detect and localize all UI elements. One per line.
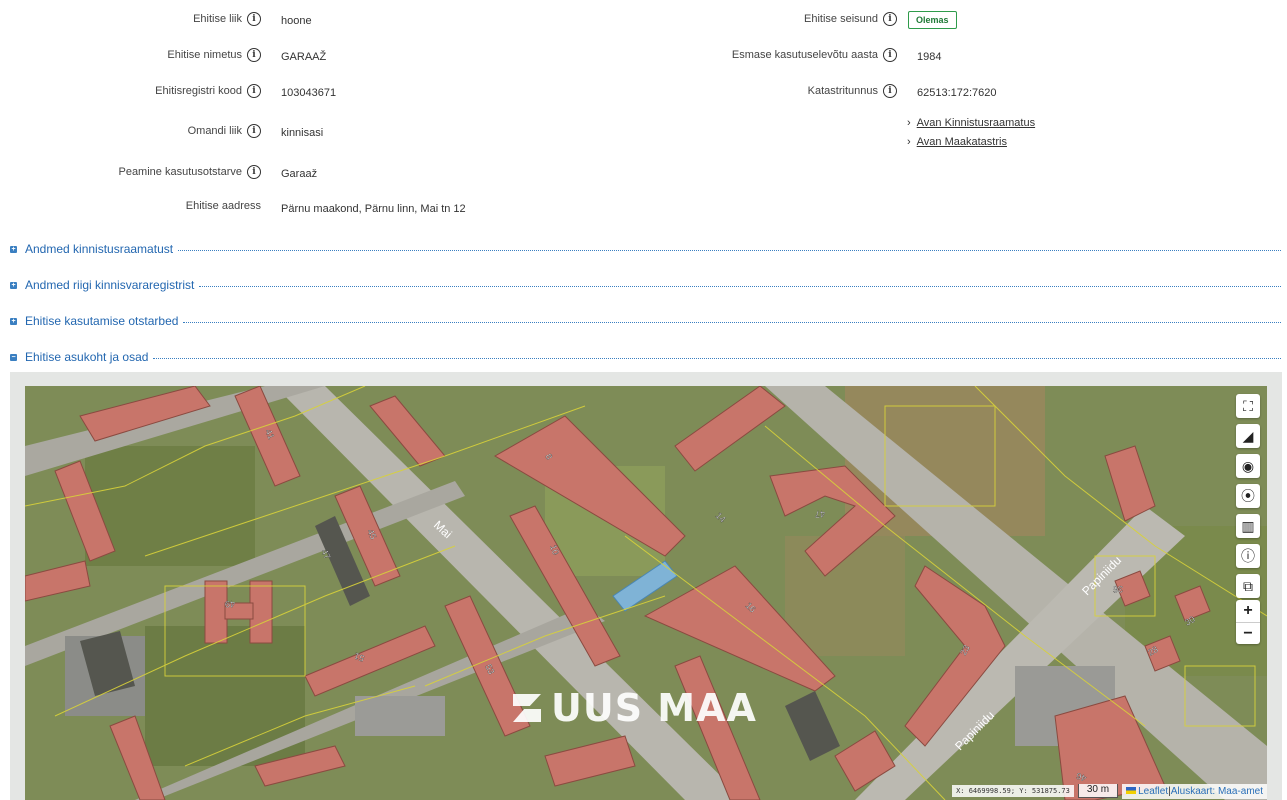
map-panel: Mai Papiniidu Papiniidu 8 10 14 16 41 45…: [10, 372, 1282, 800]
info-icon[interactable]: ⓘ: [1236, 544, 1260, 568]
field-value-katastritunnus: 62513:172:7620: [917, 87, 997, 99]
chevron-right-icon: ›: [907, 136, 911, 148]
zoom-in-button[interactable]: +: [1236, 600, 1260, 622]
link-text[interactable]: Avan Kinnistusraamatus: [917, 117, 1035, 129]
label-text: Katastritunnus: [807, 85, 878, 97]
section-andmed-kinnistusraamatust[interactable]: + Andmed kinnistusraamatust: [10, 242, 1281, 256]
zoom-out-button[interactable]: −: [1236, 622, 1260, 644]
field-label-ehitise-liik: Ehitise liik i: [193, 12, 261, 26]
link-kinnistusraamat[interactable]: › Avan Kinnistusraamatus: [907, 117, 1035, 129]
info-icon[interactable]: i: [247, 165, 261, 179]
attribution: Leaflet|Aluskaart: Maa-amet: [1122, 783, 1267, 799]
label-text: Ehitise liik: [193, 13, 242, 25]
section-title[interactable]: Andmed riigi kinnisvararegistrist: [25, 278, 194, 292]
label-text: Peamine kasutusotstarve: [118, 166, 242, 178]
uus-maa-logo-icon: [513, 694, 541, 722]
layers-map-icon[interactable]: ▥: [1236, 514, 1260, 538]
label-text: Ehitisregistri kood: [155, 85, 242, 97]
building-number: 47: [815, 509, 825, 519]
field-value-peamine-kasutusotstarve: Garaaž: [281, 168, 318, 180]
map-footer: X: 6469998.59; Y: 531875.73 30 m Leaflet…: [952, 782, 1267, 800]
info-icon[interactable]: i: [883, 48, 897, 62]
label-text: Esmase kasutuselevõtu aasta: [731, 49, 878, 61]
label-text: Ehitise aadress: [185, 200, 261, 212]
link-maakatastris[interactable]: › Avan Maakatastris: [907, 136, 1007, 148]
section-title[interactable]: Ehitise asukoht ja osad: [25, 350, 148, 364]
measure-icon[interactable]: ◢: [1236, 424, 1260, 448]
chevron-right-icon: ›: [907, 117, 911, 129]
watermark-uus-maa: UUS MAA: [513, 686, 757, 730]
field-value-ehitise-liik: hoone: [281, 15, 312, 27]
expand-icon[interactable]: +: [10, 281, 17, 289]
field-value-ehitise-nimetus: GARAAŽ: [281, 51, 327, 63]
field-label-ehitisregistri-kood: Ehitisregistri kood i: [155, 84, 261, 98]
field-label-ehitise-seisund: Ehitise seisund i: [804, 12, 897, 26]
map-canvas[interactable]: Mai Papiniidu Papiniidu 8 10 14 16 41 45…: [25, 386, 1267, 800]
label-text: Omandi liik: [187, 125, 242, 137]
leaflet-link[interactable]: Leaflet: [1138, 786, 1168, 797]
label-text: Ehitise nimetus: [167, 49, 242, 61]
focus-icon[interactable]: ⦿: [1236, 484, 1260, 508]
section-title[interactable]: Ehitise kasutamise otstarbed: [25, 314, 178, 328]
field-value-ehitisregistri-kood: 103043671: [281, 87, 337, 99]
info-icon[interactable]: i: [883, 12, 897, 26]
expand-icon[interactable]: +: [10, 245, 17, 253]
section-andmed-riigi-kinnisvararegistrist[interactable]: + Andmed riigi kinnisvararegistrist: [10, 278, 1281, 292]
field-label-peamine-kasutusotstarve: Peamine kasutusotstarve i: [118, 165, 261, 179]
section-title[interactable]: Andmed kinnistusraamatust: [25, 242, 173, 256]
collapse-icon[interactable]: −: [10, 353, 17, 361]
dotted-divider: [153, 358, 1281, 359]
scale-bar: 30 m: [1077, 784, 1119, 798]
label-text: Ehitise seisund: [804, 13, 878, 25]
dotted-divider: [183, 322, 1281, 323]
building-number: 49: [225, 599, 235, 609]
field-label-esmase-kasutuselevotu-aasta: Esmase kasutuselevõtu aasta i: [732, 48, 897, 62]
info-icon[interactable]: i: [883, 84, 897, 98]
coordinate-readout: X: 6469998.59; Y: 531875.73: [952, 785, 1074, 797]
info-icon[interactable]: i: [247, 12, 261, 26]
aluskaart-link[interactable]: Aluskaart: Maa-amet: [1171, 786, 1263, 797]
link-text[interactable]: Avan Maakatastris: [917, 136, 1007, 148]
dotted-divider: [178, 250, 1281, 251]
aerial-map: Mai Papiniidu Papiniidu 8 10 14 16 41 45…: [25, 386, 1267, 800]
field-value-year: 1984: [917, 51, 942, 63]
field-value-omandi-liik: kinnisasi: [281, 127, 324, 139]
field-label-ehitise-aadress: Ehitise aadress: [186, 200, 261, 212]
watermark-text: UUS MAA: [551, 686, 757, 730]
export-icon[interactable]: ⧉: [1236, 574, 1260, 598]
expand-icon[interactable]: +: [10, 317, 17, 325]
zoom-control: + −: [1236, 600, 1260, 644]
locate-icon[interactable]: ◉: [1236, 454, 1260, 478]
building-number: 36: [1113, 584, 1123, 594]
info-icon[interactable]: i: [247, 48, 261, 62]
section-ehitise-asukoht-ja-osad[interactable]: − Ehitise asukoht ja osad: [10, 350, 1281, 364]
status-badge: Olemas: [908, 11, 957, 29]
map-controls: ⛶ ◢ ◉ ⦿ ▥ ⓘ ⧉: [1236, 394, 1260, 598]
ukraine-flag-icon: [1126, 787, 1137, 795]
field-value-ehitise-aadress: Pärnu maakond, Pärnu linn, Mai tn 12: [281, 203, 466, 215]
section-ehitise-kasutamise-otstarbed[interactable]: + Ehitise kasutamise otstarbed: [10, 314, 1281, 328]
fullscreen-icon[interactable]: ⛶: [1236, 394, 1260, 418]
field-label-ehitise-nimetus: Ehitise nimetus i: [167, 48, 261, 62]
info-icon[interactable]: i: [247, 84, 261, 98]
field-label-omandi-liik: Omandi liik i: [188, 124, 261, 138]
dotted-divider: [199, 286, 1281, 287]
info-icon[interactable]: i: [247, 124, 261, 138]
field-label-katastritunnus: Katastritunnus i: [808, 84, 897, 98]
